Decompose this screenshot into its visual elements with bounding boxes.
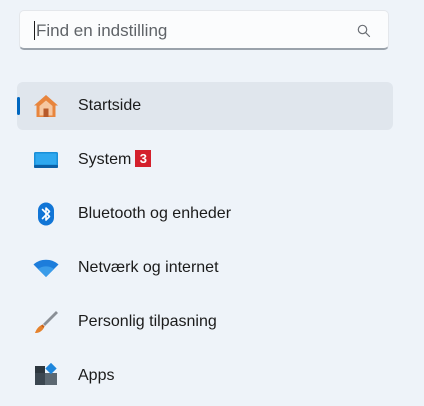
nav-item-label: Netværk og internet [78,259,219,276]
nav-item-label: Bluetooth og enheder [78,205,232,222]
search-icon[interactable] [356,23,372,39]
selection-indicator [17,97,20,115]
search-placeholder: Find en indstilling [36,21,168,40]
nav-item-text: System [78,151,132,168]
nav-item-startside[interactable]: Startside [17,82,393,130]
wifi-icon [33,259,59,277]
nav-item-label: System 3 [78,150,152,170]
bluetooth-icon [38,202,54,226]
nav-item-label: Personlig tilpasning [78,313,217,330]
nav-item-apps[interactable]: Apps [17,352,393,400]
nav-item-system[interactable]: System 3 [17,136,393,184]
nav-item-label: Apps [78,367,115,384]
search-box[interactable]: Find en indstilling [19,10,389,50]
nav-item-label: Startside [78,97,142,114]
settings-navigation: Startside System 3 Bluetooth og enheder N… [17,82,393,406]
nav-item-network[interactable]: Netværk og internet [17,244,393,292]
notification-badge: 3 [135,150,152,167]
nav-item-personalization[interactable]: Personlig tilpasning [17,298,393,346]
brush-icon [35,311,58,334]
system-display-icon [34,152,58,168]
apps-icon [35,363,57,385]
text-caret [34,21,35,40]
nav-item-bluetooth[interactable]: Bluetooth og enheder [17,190,393,238]
home-icon [34,95,58,117]
